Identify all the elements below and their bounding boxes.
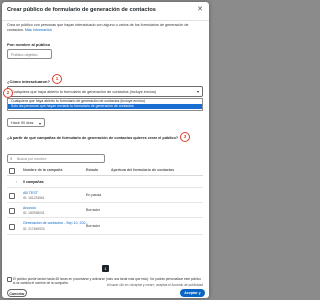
modal-intro: Crea un público con personas que hayan i… [7,23,203,33]
annotation-badge-3: 3 [180,132,190,142]
campaign-name[interactable]: Anuncio [23,206,36,210]
dropdown-option-submitted[interactable]: Solo las personas que hayan enviado tu f… [8,104,202,109]
column-campaign-name[interactable]: Nombre de la campaña [23,168,62,172]
search-icon: ⌕ [10,156,13,161]
selected-count: 0 campañas [23,180,44,184]
campaign-search-input[interactable]: ⌕ Busca por nombre [7,154,105,163]
terms-note: Al hacer clic en «Aceptar y crear», acep… [106,283,203,287]
campaign-status: En pausa [86,193,102,197]
select-all-checkbox[interactable] [9,168,15,174]
campaign-id: ID: 181234561 [23,196,45,200]
annotation-badge-2: 2 [3,88,13,98]
selected-summary-row: › 0 campañas [7,177,203,188]
campaign-status: Borrador [86,208,100,212]
table-row[interactable]: Anuncio ID: 180938001 Borrador [7,204,203,218]
interaction-dropdown: Cualquiera que haya abierto tu formulari… [7,98,203,111]
campaign-table-header: Nombre de la campaña Estado Apertura del… [7,166,203,176]
audience-name-label: Pon nombre al público [7,42,51,47]
chevron-right-icon[interactable]: › [16,179,17,184]
chevron-down-icon: ▾ [196,89,199,94]
learn-more-link[interactable]: Más información [25,28,52,32]
modal-title: Crear público de formulario de generació… [7,7,156,13]
campaign-id: ID: 180938001 [23,211,45,215]
annotation-badge-1: 1 [52,74,62,84]
legal-radio[interactable] [7,277,12,282]
modal-header: Crear público de formulario de generació… [2,2,209,21]
campaign-name[interactable]: Generación de contactos - Sep 10, 202... [23,221,89,225]
chevron-down-icon: ▾ [38,121,41,126]
search-placeholder: Busca por nombre [17,157,47,161]
close-icon[interactable]: ✕ [197,6,203,13]
time-range-value: Hace 90 días [11,121,34,125]
campaign-name[interactable]: AB TEST [23,191,38,195]
row-checkbox[interactable] [9,193,15,199]
interaction-select-value: Cualquiera que haya abierto tu formulari… [11,90,157,94]
time-range-select[interactable]: Hace 90 días ▾ [7,118,45,127]
accept-create-button[interactable]: Aceptar y crear [180,289,205,297]
row-checkbox[interactable] [9,208,15,214]
audience-name-input[interactable]: Público objetivo [7,49,52,59]
table-row[interactable]: AB TEST ID: 181234561 En pausa [7,189,203,203]
column-form-opens[interactable]: Apertura del formulario de contactos [111,168,174,172]
campaign-status: Borrador [86,224,100,228]
pagination-page-1[interactable]: 1 [102,265,109,272]
column-status[interactable]: Estado [86,168,98,172]
table-row[interactable]: Generación de contactos - Sep 10, 202...… [7,219,203,235]
cancel-button[interactable]: Cancelar [7,289,27,297]
interaction-label: ¿Cómo interactuaron? [7,79,50,84]
campaign-id: ID: 217465923 [23,227,45,231]
interaction-select[interactable]: Cualquiera que haya abierto tu formulari… [7,86,203,97]
row-checkbox[interactable] [9,224,15,230]
forms-section-label: ¿A partir de qué campañas de formulario … [7,136,179,140]
create-audience-modal: Crear público de formulario de generació… [2,2,209,298]
